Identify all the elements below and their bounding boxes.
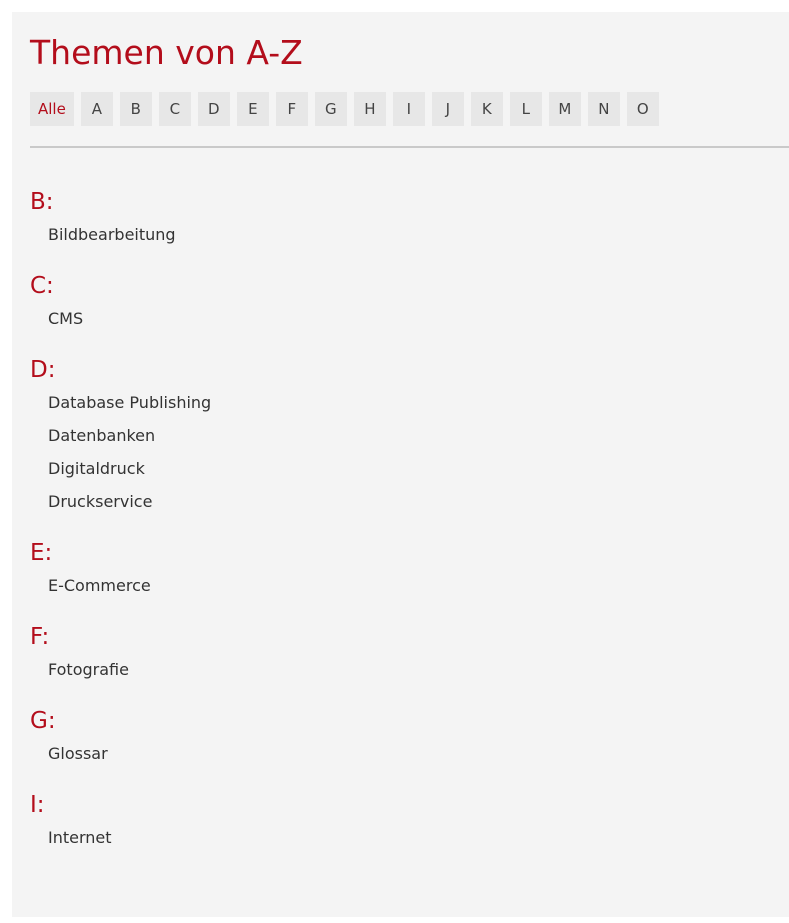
list-item: E-Commerce bbox=[48, 569, 770, 602]
letter-heading: C: bbox=[30, 273, 54, 299]
letter-section: F: Fotografie bbox=[30, 621, 770, 686]
divider bbox=[30, 146, 789, 148]
list-item: Druckservice bbox=[48, 485, 770, 518]
alphabet-nav-all[interactable]: Alle bbox=[30, 92, 74, 126]
list-item: Bildbearbeitung bbox=[48, 218, 770, 251]
letter-heading: I: bbox=[30, 792, 45, 818]
alphabet-nav-letter-g[interactable]: G bbox=[314, 92, 347, 126]
alphabet-nav-letter-f[interactable]: F bbox=[275, 92, 308, 126]
alphabet-nav-letter-n[interactable]: N bbox=[587, 92, 620, 126]
topic-list: E-Commerce bbox=[30, 569, 770, 602]
topic-sections: B: Bildbearbeitung C: CMS D: Database Publish… bbox=[30, 186, 770, 873]
alphabet-nav-letter-d[interactable]: D bbox=[197, 92, 230, 126]
topic-link[interactable]: Glossar bbox=[48, 737, 770, 770]
topic-link[interactable]: CMS bbox=[48, 302, 770, 335]
list-item: CMS bbox=[48, 302, 770, 335]
alphabet-nav-letter-h[interactable]: H bbox=[353, 92, 386, 126]
alphabet-nav: Alle A B C D E F G H I J K L M N O bbox=[30, 92, 659, 126]
letter-heading: E: bbox=[30, 540, 53, 566]
topic-link[interactable]: Fotografie bbox=[48, 653, 770, 686]
alphabet-nav-letter-i[interactable]: I bbox=[392, 92, 425, 126]
alphabet-nav-letter-e[interactable]: E bbox=[236, 92, 269, 126]
page-title: Themen von A-Z bbox=[30, 33, 303, 72]
topic-link[interactable]: Internet bbox=[48, 821, 770, 854]
letter-heading: G: bbox=[30, 708, 56, 734]
topic-link[interactable]: Bildbearbeitung bbox=[48, 218, 770, 251]
list-item: Glossar bbox=[48, 737, 770, 770]
alphabet-nav-letter-j[interactable]: J bbox=[431, 92, 464, 126]
topic-list: Glossar bbox=[30, 737, 770, 770]
alphabet-nav-letter-b[interactable]: B bbox=[119, 92, 152, 126]
letter-heading: B: bbox=[30, 189, 54, 215]
alphabet-nav-letter-k[interactable]: K bbox=[470, 92, 503, 126]
topic-list: Bildbearbeitung bbox=[30, 218, 770, 251]
content-panel: Themen von A-Z Alle A B C D E F G H I J K L M N O B: Bil… bbox=[12, 12, 789, 917]
letter-section: C: CMS bbox=[30, 270, 770, 335]
topic-link[interactable]: Digitaldruck bbox=[48, 452, 770, 485]
list-item: Digitaldruck bbox=[48, 452, 770, 485]
alphabet-nav-letter-o[interactable]: O bbox=[626, 92, 659, 126]
letter-heading: D: bbox=[30, 357, 56, 383]
letter-section: G: Glossar bbox=[30, 705, 770, 770]
topic-link[interactable]: E-Commerce bbox=[48, 569, 770, 602]
letter-section: E: E-Commerce bbox=[30, 537, 770, 602]
topic-list: Internet bbox=[30, 821, 770, 854]
letter-heading: F: bbox=[30, 624, 50, 650]
letter-section: I: Internet bbox=[30, 789, 770, 854]
alphabet-nav-letter-m[interactable]: M bbox=[548, 92, 581, 126]
topic-list: Fotografie bbox=[30, 653, 770, 686]
topic-link[interactable]: Druckservice bbox=[48, 485, 770, 518]
list-item: Internet bbox=[48, 821, 770, 854]
topic-list: Database Publishing Datenbanken Digitaldru… bbox=[30, 386, 770, 518]
list-item: Fotografie bbox=[48, 653, 770, 686]
list-item: Database Publishing bbox=[48, 386, 770, 419]
topic-list: CMS bbox=[30, 302, 770, 335]
alphabet-nav-letter-a[interactable]: A bbox=[80, 92, 113, 126]
letter-section: B: Bildbearbeitung bbox=[30, 186, 770, 251]
topic-link[interactable]: Database Publishing bbox=[48, 386, 770, 419]
alphabet-nav-letter-c[interactable]: C bbox=[158, 92, 191, 126]
topic-link[interactable]: Datenbanken bbox=[48, 419, 770, 452]
list-item: Datenbanken bbox=[48, 419, 770, 452]
alphabet-nav-letter-l[interactable]: L bbox=[509, 92, 542, 126]
letter-section: D: Database Publishing Datenbanken Digitald… bbox=[30, 354, 770, 518]
